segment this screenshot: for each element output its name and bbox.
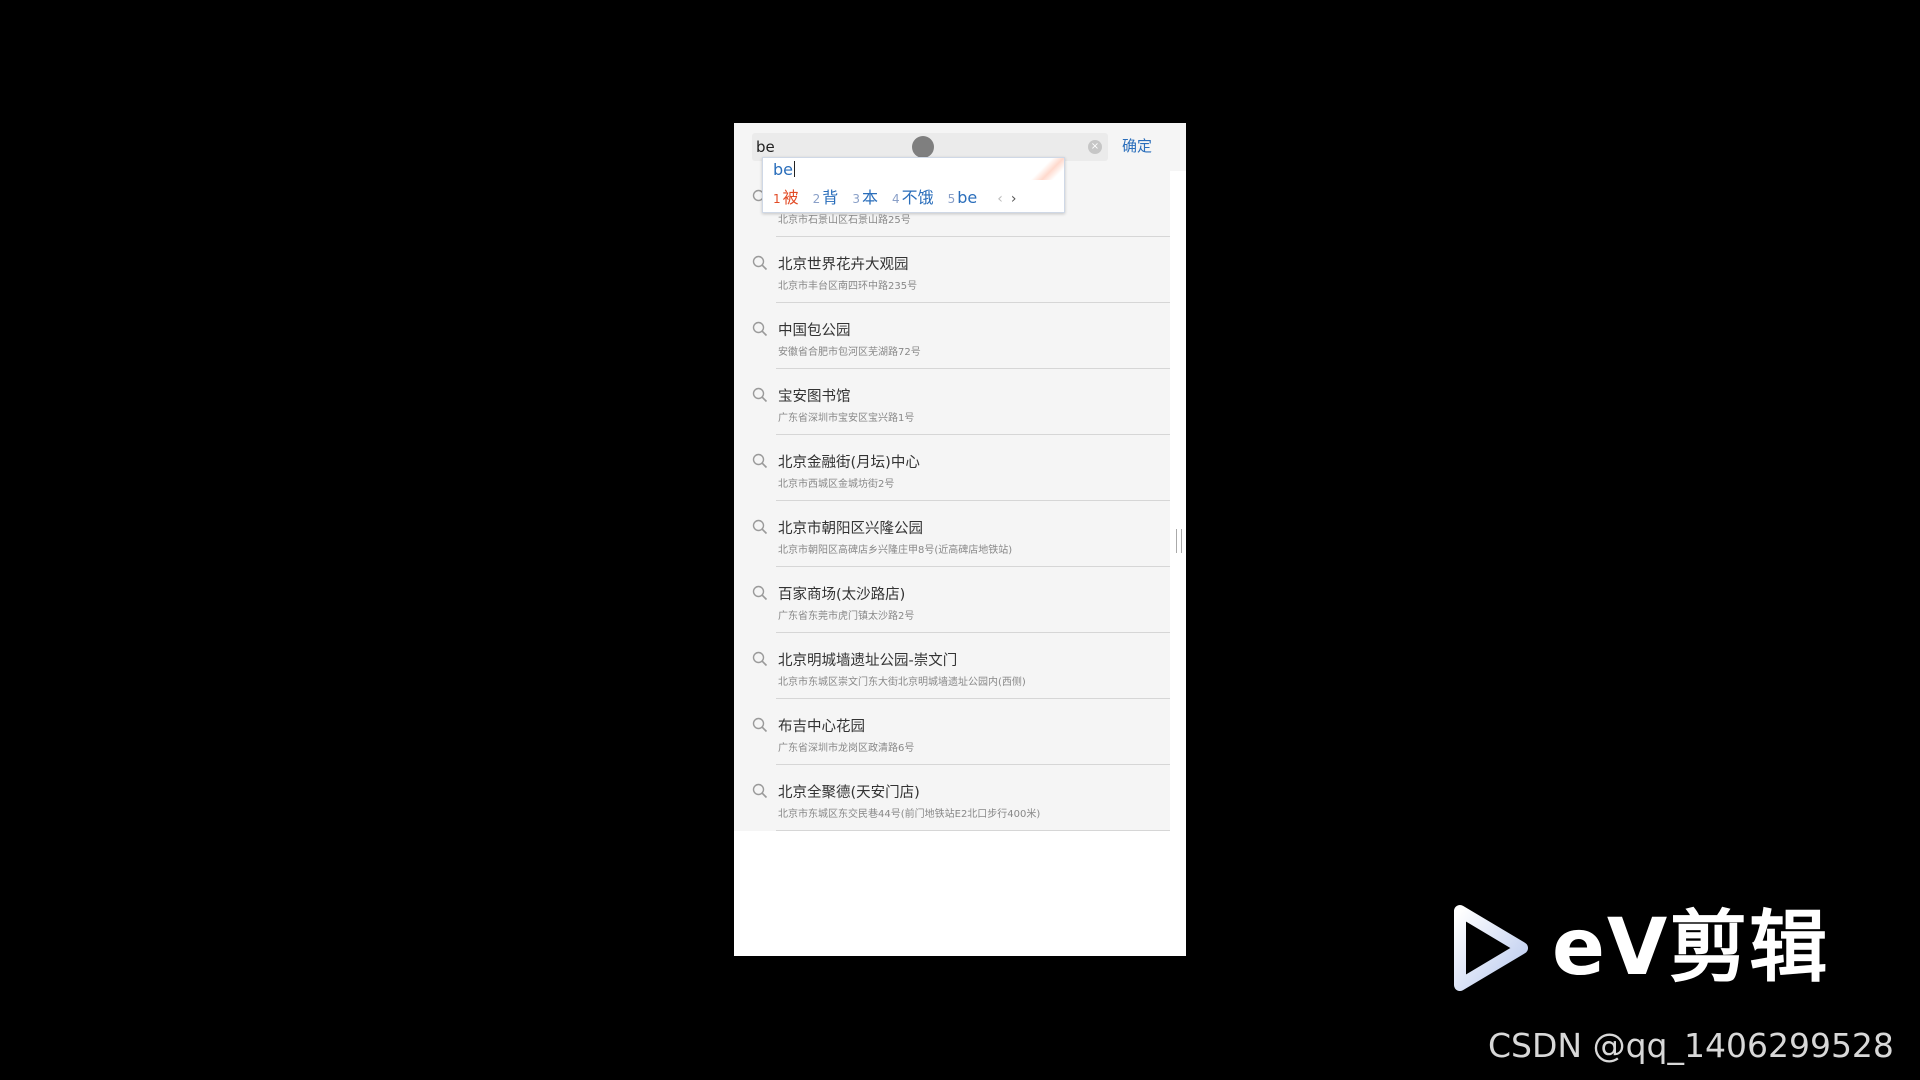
result-row[interactable]: 北京世界花卉大观园北京市丰台区南四环中路235号 — [734, 237, 1170, 303]
result-row[interactable]: 北京全聚德(天安门店) 北京市东城区东交民巷44号(前门地铁站E2北口步行400米… — [734, 765, 1170, 831]
search-icon — [752, 783, 768, 799]
ime-candidate-number: 5 — [947, 192, 956, 206]
ime-skin-decoration — [1030, 158, 1064, 180]
result-title: 中国包公园 — [778, 323, 851, 339]
ime-composition: be — [773, 160, 795, 179]
result-row[interactable]: 北京市朝阳区兴隆公园北京市朝阳区高碑店乡兴隆庄甲8号(近高碑店地铁站) — [734, 501, 1170, 567]
result-title: 北京明城墙遗址公园-崇文门 — [778, 653, 958, 669]
ime-candidate[interactable]: 5 be — [948, 188, 978, 207]
logo-text: eV剪辑 — [1552, 903, 1830, 993]
row-divider — [776, 830, 1170, 831]
ime-prev-icon[interactable]: ‹ — [997, 191, 1003, 207]
result-title: 北京世界花卉大观园 — [778, 257, 909, 273]
search-icon — [752, 651, 768, 667]
touch-indicator — [912, 136, 934, 158]
result-row[interactable]: 中国包公园安徽省合肥市包河区芜湖路72号 — [734, 303, 1170, 369]
ime-candidate-text: 本 — [861, 188, 878, 207]
result-title: 百家商场(太沙路店) — [778, 587, 906, 603]
result-address: 北京市丰台区南四环中路235号 — [778, 281, 918, 292]
result-address: 北京市东城区东交民巷44号(前门地铁站E2北口步行400米) — [778, 809, 1041, 820]
ime-candidate-text: 背 — [822, 188, 839, 207]
ime-candidate[interactable]: 3本 — [852, 184, 878, 208]
result-row[interactable]: 北京金融街(月坛)中心北京市西城区金城坊街2号 — [734, 435, 1170, 501]
clear-icon[interactable]: × — [1088, 140, 1102, 154]
result-address: 广东省深圳市龙岗区政清路6号 — [778, 743, 915, 754]
watermark: CSDN @qq_1406299528 — [1488, 1026, 1894, 1065]
result-title: 宝安图书馆 — [778, 389, 851, 405]
ime-candidate-text: 不饿 — [901, 188, 934, 207]
play-logo-icon — [1454, 905, 1528, 991]
result-row[interactable]: 宝安图书馆广东省深圳市宝安区宝兴路1号 — [734, 369, 1170, 435]
ime-candidate[interactable]: 2背 — [813, 184, 839, 208]
result-address: 北京市东城区崇文门东大街北京明城墙遗址公园内(西侧) — [778, 677, 1026, 688]
confirm-button[interactable]: 确定 — [1122, 135, 1152, 156]
result-title: 北京全聚德(天安门店) — [778, 785, 920, 801]
scrollbar-handle[interactable] — [1176, 529, 1182, 553]
result-row[interactable]: 布吉中心花园广东省深圳市龙岗区政清路6号 — [734, 699, 1170, 765]
ime-candidate-number: 2 — [812, 192, 821, 206]
result-row[interactable]: 北京明城墙遗址公园-崇文门北京市东城区崇文门东大街北京明城墙遗址公园内(西侧) — [734, 633, 1170, 699]
result-title: 布吉中心花园 — [778, 719, 865, 735]
ime-candidate-text: be — [957, 188, 978, 207]
search-icon — [752, 519, 768, 535]
search-icon — [752, 321, 768, 337]
results-list: 北京市石景山区石景山路25号北京世界花卉大观园北京市丰台区南四环中路235号中国… — [734, 171, 1170, 831]
ime-candidate-number: 1 — [773, 192, 781, 206]
ime-candidate[interactable]: 1被 — [773, 184, 799, 208]
ev-logo: eV剪辑 — [1452, 905, 1829, 991]
ime-candidates: 1 被 2 背 3 本 4 不饿 5 be ‹ › — [773, 184, 1016, 208]
search-icon — [752, 717, 768, 733]
result-address: 安徽省合肥市包河区芜湖路72号 — [778, 347, 921, 358]
search-icon — [752, 255, 768, 271]
ime-caret — [794, 161, 795, 177]
result-address: 北京市西城区金城坊街2号 — [778, 479, 895, 490]
search-icon — [752, 585, 768, 601]
search-icon — [752, 453, 768, 469]
phone-screen: × 确定 北京市石景山区石景山路25号北京世界花卉大观园北京市丰台区南四环中路2… — [734, 123, 1186, 956]
result-title: 北京市朝阳区兴隆公园 — [778, 521, 923, 537]
result-title: 北京金融街(月坛)中心 — [778, 455, 920, 471]
result-address: 广东省东莞市虎门镇太沙路2号 — [778, 611, 915, 622]
search-icon — [752, 387, 768, 403]
ime-next-icon[interactable]: › — [1011, 191, 1017, 207]
ime-candidate-window: be 1 被 2 背 3 本 4 不饿 5 be ‹ › — [762, 157, 1065, 213]
ime-candidate-text: 被 — [782, 188, 799, 207]
ime-candidate-number: 3 — [852, 192, 860, 206]
result-address: 北京市石景山区石景山路25号 — [778, 215, 911, 226]
ime-candidate[interactable]: 4 不饿 — [892, 184, 934, 208]
ime-composition-text: be — [773, 160, 793, 179]
result-address: 广东省深圳市宝安区宝兴路1号 — [778, 413, 915, 424]
result-row[interactable]: 百家商场(太沙路店) 广东省东莞市虎门镇太沙路2号 — [734, 567, 1170, 633]
ime-candidate-number: 4 — [891, 192, 900, 206]
result-address: 北京市朝阳区高碑店乡兴隆庄甲8号(近高碑店地铁站) — [778, 545, 1013, 556]
